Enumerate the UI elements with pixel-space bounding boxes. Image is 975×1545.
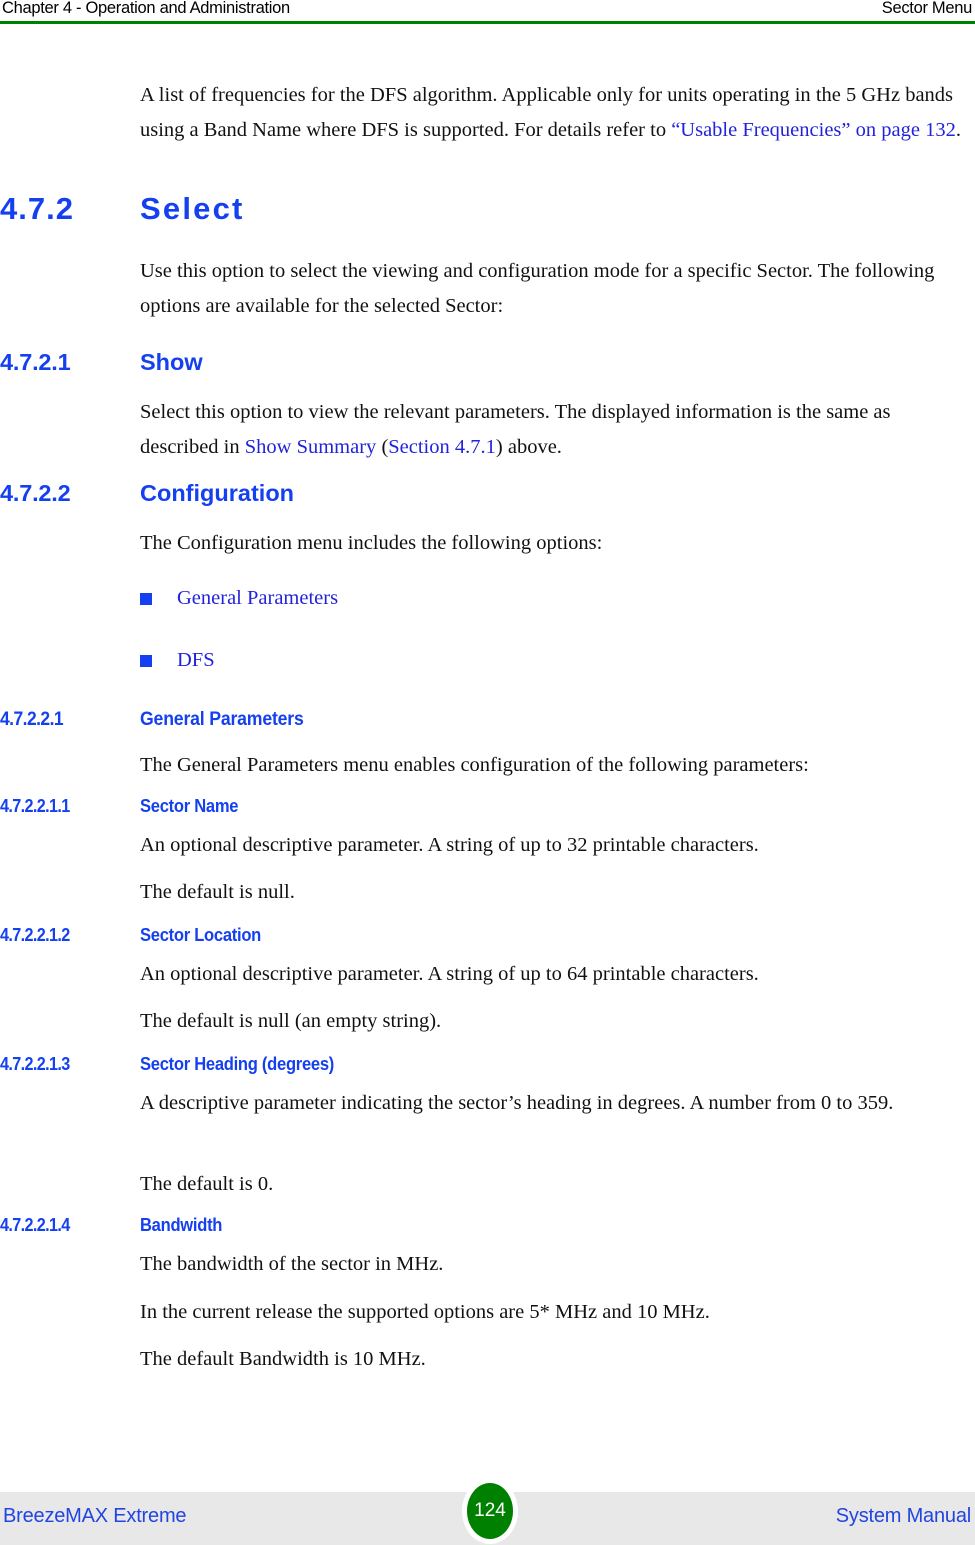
heading-configuration: 4.7.2.2 Configuration: [0, 480, 975, 510]
heading-select: 4.7.2 Select: [0, 191, 975, 235]
heading-sector-location: 4.7.2.2.1.2 Sector Location: [0, 925, 975, 949]
list-item[interactable]: DFS: [140, 646, 840, 674]
footer-document-name: System Manual: [835, 1505, 971, 1527]
heading-general-parameters-title: General Parameters: [140, 709, 304, 730]
heading-general-parameters: 4.7.2.2.1 General Parameters: [0, 709, 975, 735]
show-body-mid: (: [376, 436, 389, 458]
sector-location-body-1: An optional descriptive parameter. A str…: [140, 963, 759, 985]
footer-product-name: BreezeMAX Extreme: [3, 1505, 187, 1527]
heading-configuration-title: Configuration: [140, 480, 295, 506]
page-header: Chapter 4 - Operation and Administration…: [0, 0, 975, 24]
heading-show-number: 4.7.2.1: [0, 349, 71, 375]
heading-show-title: Show: [140, 349, 203, 375]
sector-name-body-2: The default is null.: [140, 881, 295, 903]
heading-sector-location-title: Sector Location: [140, 925, 262, 945]
bandwidth-body-2: In the current release the supported opt…: [140, 1301, 710, 1323]
heading-general-parameters-number: 4.7.2.2.1: [0, 709, 64, 730]
heading-sector-heading-number: 4.7.2.2.1.3: [0, 1054, 70, 1074]
heading-sector-heading: 4.7.2.2.1.3 Sector Heading (degrees): [0, 1054, 975, 1078]
square-bullet-icon: [140, 593, 152, 605]
configuration-body: The Configuration menu includes the foll…: [140, 532, 603, 554]
general-parameters-body: The General Parameters menu enables conf…: [140, 754, 809, 776]
heading-sector-name-title: Sector Name: [140, 796, 239, 816]
heading-sector-name: 4.7.2.2.1.1 Sector Name: [0, 796, 975, 820]
section-471-link[interactable]: Section 4.7.1: [388, 436, 496, 458]
intro-tail: .: [955, 119, 961, 141]
bandwidth-body-3: The default Bandwidth is 10 MHz.: [140, 1348, 426, 1370]
show-summary-link[interactable]: Show Summary: [245, 436, 377, 458]
heading-sector-name-number: 4.7.2.2.1.1: [0, 796, 70, 816]
sector-name-body-1: An optional descriptive parameter. A str…: [140, 834, 759, 856]
intro-line-1: A list of frequencies for the DFS algori…: [140, 84, 811, 106]
heading-show: 4.7.2.1 Show: [0, 349, 975, 379]
heading-sector-heading-title: Sector Heading (degrees): [140, 1054, 334, 1074]
page-number-badge: 124: [467, 1483, 513, 1539]
option-dfs-link[interactable]: DFS: [177, 646, 215, 674]
header-section-title: Sector Menu: [881, 0, 973, 17]
heading-bandwidth-number: 4.7.2.2.1.4: [0, 1215, 70, 1235]
usable-frequencies-link[interactable]: “Usable Frequencies” on page 132: [671, 119, 956, 141]
sector-heading-body-2: The default is 0.: [140, 1173, 274, 1195]
heading-sector-location-number: 4.7.2.2.1.2: [0, 925, 70, 945]
list-item[interactable]: General Parameters: [140, 584, 840, 612]
header-divider-rule: [0, 21, 975, 24]
heading-select-number: 4.7.2: [0, 191, 74, 226]
sector-location-body-2: The default is null (an empty string).: [140, 1010, 442, 1032]
show-body-post: ) above.: [495, 436, 562, 458]
heading-bandwidth: 4.7.2.2.1.4 Bandwidth: [0, 1215, 975, 1239]
heading-configuration-number: 4.7.2.2: [0, 480, 71, 506]
sector-heading-body-1: A descriptive parameter indicating the s…: [140, 1092, 894, 1114]
square-bullet-icon: [140, 655, 152, 667]
page-footer: BreezeMAX Extreme 124 System Manual: [0, 1483, 975, 1545]
show-body: Select this option to view the relevant …: [140, 395, 965, 465]
intro-paragraph: A list of frequencies for the DFS algori…: [140, 78, 965, 148]
select-body: Use this option to select the viewing an…: [140, 260, 935, 317]
heading-bandwidth-title: Bandwidth: [140, 1215, 223, 1235]
header-chapter-title: Chapter 4 - Operation and Administration: [2, 0, 290, 17]
option-general-parameters-link[interactable]: General Parameters: [177, 584, 338, 612]
bandwidth-body-1: The bandwidth of the sector in MHz.: [140, 1253, 444, 1275]
heading-select-title: Select: [140, 191, 245, 226]
